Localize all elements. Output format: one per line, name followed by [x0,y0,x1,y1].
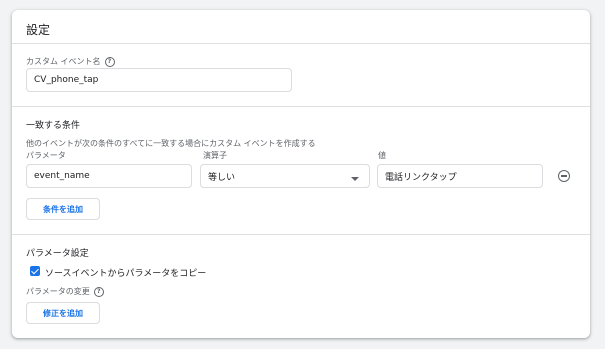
help-icon[interactable]: ? [93,286,104,297]
conditions-description: 他のイベントが次の条件のすべてに一致する場合にカスタム イベントを作成する [26,139,316,148]
add-condition-label: 条件を追加 [43,204,83,214]
custom-event-label: カスタム イベント名 [26,57,101,66]
operator-column-label: 演算子 [203,151,227,160]
copy-parameters-label[interactable]: ソースイベントからパラメータをコピー [45,266,206,279]
custom-event-name-value: CV_phone_tap [34,75,99,85]
parameter-settings-heading: パラメータ設定 [26,249,89,259]
add-condition-button[interactable]: 条件を追加 [26,198,100,220]
copy-parameters-checkbox[interactable] [30,266,40,276]
condition-value-input[interactable]: 電話リンクタップ [377,164,543,188]
condition-value: 電話リンクタップ [385,172,457,183]
custom-event-label-row: カスタム イベント名? [26,56,115,67]
modify-parameters-label: パラメータの変更 [26,287,90,296]
parameter-input[interactable]: event_name [26,164,192,188]
conditions-heading: 一致する条件 [26,121,81,131]
section-divider-1 [12,106,590,107]
section-divider-2 [12,234,590,235]
settings-card: 設定 カスタム イベント名? CV_phone_tap 一致する条件 他のイベン… [12,10,590,338]
modify-parameters-row: パラメータの変更? [26,286,104,297]
card-title: 設定 [26,23,51,37]
title-divider [12,43,590,44]
add-modification-label: 修正を追加 [43,308,83,318]
remove-circle-icon[interactable] [558,170,570,182]
help-icon[interactable]: ? [104,56,115,67]
chevron-down-icon [351,177,359,181]
parameter-value: event_name [34,171,90,181]
value-column-label: 値 [378,151,386,160]
operator-value: 等しい [208,172,236,183]
param-column-label: パラメータ [26,151,66,160]
add-modification-button[interactable]: 修正を追加 [26,302,100,324]
custom-event-name-input[interactable]: CV_phone_tap [26,68,292,92]
operator-select[interactable]: 等しい [200,164,370,188]
